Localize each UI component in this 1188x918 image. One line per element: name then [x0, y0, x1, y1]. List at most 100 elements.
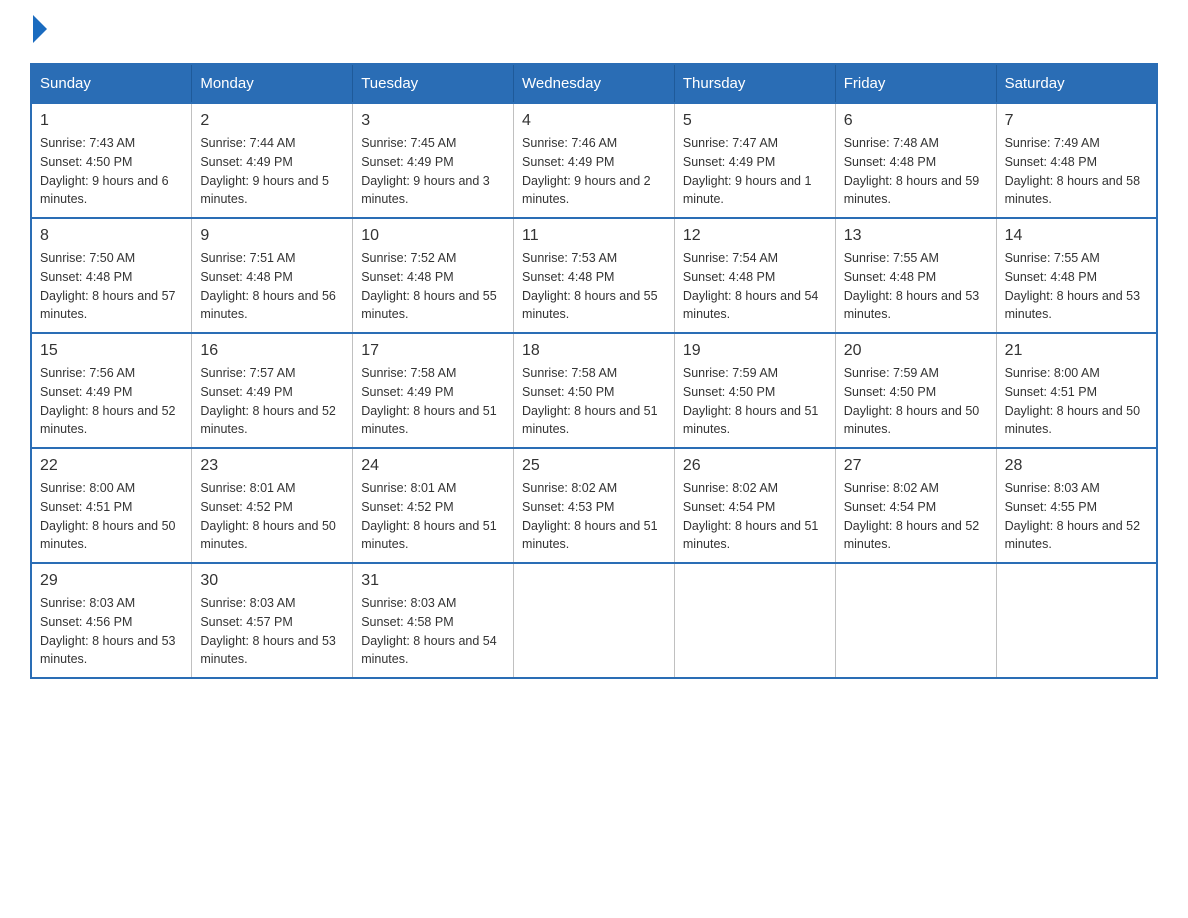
- calendar-week-row: 29 Sunrise: 8:03 AMSunset: 4:56 PMDaylig…: [31, 563, 1157, 678]
- day-info: Sunrise: 7:59 AMSunset: 4:50 PMDaylight:…: [683, 366, 819, 436]
- calendar-cell: 25 Sunrise: 8:02 AMSunset: 4:53 PMDaylig…: [514, 448, 675, 563]
- calendar-cell: 29 Sunrise: 8:03 AMSunset: 4:56 PMDaylig…: [31, 563, 192, 678]
- calendar-cell: 15 Sunrise: 7:56 AMSunset: 4:49 PMDaylig…: [31, 333, 192, 448]
- calendar-cell: [996, 563, 1157, 678]
- day-number: 5: [683, 112, 827, 130]
- day-number: 2: [200, 112, 344, 130]
- calendar-cell: 1 Sunrise: 7:43 AMSunset: 4:50 PMDayligh…: [31, 103, 192, 218]
- day-number: 16: [200, 342, 344, 360]
- logo-arrow-icon: [33, 15, 47, 43]
- calendar-cell: 10 Sunrise: 7:52 AMSunset: 4:48 PMDaylig…: [353, 218, 514, 333]
- day-number: 29: [40, 572, 183, 590]
- day-info: Sunrise: 8:03 AMSunset: 4:58 PMDaylight:…: [361, 596, 497, 666]
- calendar-cell: 9 Sunrise: 7:51 AMSunset: 4:48 PMDayligh…: [192, 218, 353, 333]
- day-number: 20: [844, 342, 988, 360]
- day-info: Sunrise: 7:59 AMSunset: 4:50 PMDaylight:…: [844, 366, 980, 436]
- day-number: 26: [683, 457, 827, 475]
- calendar-cell: 5 Sunrise: 7:47 AMSunset: 4:49 PMDayligh…: [674, 103, 835, 218]
- day-info: Sunrise: 7:50 AMSunset: 4:48 PMDaylight:…: [40, 251, 176, 321]
- day-info: Sunrise: 7:51 AMSunset: 4:48 PMDaylight:…: [200, 251, 336, 321]
- calendar-cell: [835, 563, 996, 678]
- header-saturday: Saturday: [996, 64, 1157, 103]
- day-info: Sunrise: 8:02 AMSunset: 4:54 PMDaylight:…: [844, 481, 980, 551]
- header-monday: Monday: [192, 64, 353, 103]
- day-number: 14: [1005, 227, 1148, 245]
- day-number: 17: [361, 342, 505, 360]
- day-number: 7: [1005, 112, 1148, 130]
- day-number: 11: [522, 227, 666, 245]
- day-info: Sunrise: 8:03 AMSunset: 4:57 PMDaylight:…: [200, 596, 336, 666]
- calendar-cell: 22 Sunrise: 8:00 AMSunset: 4:51 PMDaylig…: [31, 448, 192, 563]
- header-friday: Friday: [835, 64, 996, 103]
- header-wednesday: Wednesday: [514, 64, 675, 103]
- calendar-cell: 19 Sunrise: 7:59 AMSunset: 4:50 PMDaylig…: [674, 333, 835, 448]
- day-info: Sunrise: 7:46 AMSunset: 4:49 PMDaylight:…: [522, 136, 651, 206]
- calendar-cell: 12 Sunrise: 7:54 AMSunset: 4:48 PMDaylig…: [674, 218, 835, 333]
- calendar-cell: 26 Sunrise: 8:02 AMSunset: 4:54 PMDaylig…: [674, 448, 835, 563]
- calendar-cell: 18 Sunrise: 7:58 AMSunset: 4:50 PMDaylig…: [514, 333, 675, 448]
- calendar-cell: 4 Sunrise: 7:46 AMSunset: 4:49 PMDayligh…: [514, 103, 675, 218]
- calendar-header-row: SundayMondayTuesdayWednesdayThursdayFrid…: [31, 64, 1157, 103]
- calendar-cell: 8 Sunrise: 7:50 AMSunset: 4:48 PMDayligh…: [31, 218, 192, 333]
- day-info: Sunrise: 7:56 AMSunset: 4:49 PMDaylight:…: [40, 366, 176, 436]
- day-info: Sunrise: 7:55 AMSunset: 4:48 PMDaylight:…: [1005, 251, 1141, 321]
- calendar-table: SundayMondayTuesdayWednesdayThursdayFrid…: [30, 63, 1158, 679]
- day-number: 24: [361, 457, 505, 475]
- day-number: 21: [1005, 342, 1148, 360]
- calendar-cell: 31 Sunrise: 8:03 AMSunset: 4:58 PMDaylig…: [353, 563, 514, 678]
- day-info: Sunrise: 7:58 AMSunset: 4:49 PMDaylight:…: [361, 366, 497, 436]
- calendar-cell: 17 Sunrise: 7:58 AMSunset: 4:49 PMDaylig…: [353, 333, 514, 448]
- calendar-week-row: 22 Sunrise: 8:00 AMSunset: 4:51 PMDaylig…: [31, 448, 1157, 563]
- day-number: 18: [522, 342, 666, 360]
- day-info: Sunrise: 7:44 AMSunset: 4:49 PMDaylight:…: [200, 136, 329, 206]
- day-info: Sunrise: 8:03 AMSunset: 4:56 PMDaylight:…: [40, 596, 176, 666]
- page-header: [30, 20, 1158, 43]
- day-info: Sunrise: 7:52 AMSunset: 4:48 PMDaylight:…: [361, 251, 497, 321]
- day-number: 9: [200, 227, 344, 245]
- calendar-cell: 16 Sunrise: 7:57 AMSunset: 4:49 PMDaylig…: [192, 333, 353, 448]
- day-info: Sunrise: 8:03 AMSunset: 4:55 PMDaylight:…: [1005, 481, 1141, 551]
- day-info: Sunrise: 7:54 AMSunset: 4:48 PMDaylight:…: [683, 251, 819, 321]
- day-info: Sunrise: 7:49 AMSunset: 4:48 PMDaylight:…: [1005, 136, 1141, 206]
- day-number: 15: [40, 342, 183, 360]
- day-number: 3: [361, 112, 505, 130]
- day-number: 10: [361, 227, 505, 245]
- calendar-week-row: 15 Sunrise: 7:56 AMSunset: 4:49 PMDaylig…: [31, 333, 1157, 448]
- day-info: Sunrise: 8:00 AMSunset: 4:51 PMDaylight:…: [40, 481, 176, 551]
- day-info: Sunrise: 7:58 AMSunset: 4:50 PMDaylight:…: [522, 366, 658, 436]
- calendar-cell: 7 Sunrise: 7:49 AMSunset: 4:48 PMDayligh…: [996, 103, 1157, 218]
- calendar-cell: 13 Sunrise: 7:55 AMSunset: 4:48 PMDaylig…: [835, 218, 996, 333]
- day-info: Sunrise: 8:00 AMSunset: 4:51 PMDaylight:…: [1005, 366, 1141, 436]
- day-number: 4: [522, 112, 666, 130]
- calendar-week-row: 8 Sunrise: 7:50 AMSunset: 4:48 PMDayligh…: [31, 218, 1157, 333]
- day-number: 8: [40, 227, 183, 245]
- calendar-cell: 21 Sunrise: 8:00 AMSunset: 4:51 PMDaylig…: [996, 333, 1157, 448]
- day-number: 23: [200, 457, 344, 475]
- day-number: 6: [844, 112, 988, 130]
- calendar-cell: 11 Sunrise: 7:53 AMSunset: 4:48 PMDaylig…: [514, 218, 675, 333]
- calendar-cell: 30 Sunrise: 8:03 AMSunset: 4:57 PMDaylig…: [192, 563, 353, 678]
- calendar-week-row: 1 Sunrise: 7:43 AMSunset: 4:50 PMDayligh…: [31, 103, 1157, 218]
- calendar-cell: 20 Sunrise: 7:59 AMSunset: 4:50 PMDaylig…: [835, 333, 996, 448]
- day-info: Sunrise: 7:57 AMSunset: 4:49 PMDaylight:…: [200, 366, 336, 436]
- day-number: 25: [522, 457, 666, 475]
- calendar-cell: 3 Sunrise: 7:45 AMSunset: 4:49 PMDayligh…: [353, 103, 514, 218]
- day-number: 19: [683, 342, 827, 360]
- day-number: 28: [1005, 457, 1148, 475]
- day-info: Sunrise: 7:55 AMSunset: 4:48 PMDaylight:…: [844, 251, 980, 321]
- day-number: 31: [361, 572, 505, 590]
- day-info: Sunrise: 7:45 AMSunset: 4:49 PMDaylight:…: [361, 136, 490, 206]
- calendar-cell: 6 Sunrise: 7:48 AMSunset: 4:48 PMDayligh…: [835, 103, 996, 218]
- calendar-cell: 23 Sunrise: 8:01 AMSunset: 4:52 PMDaylig…: [192, 448, 353, 563]
- calendar-cell: 24 Sunrise: 8:01 AMSunset: 4:52 PMDaylig…: [353, 448, 514, 563]
- header-tuesday: Tuesday: [353, 64, 514, 103]
- day-info: Sunrise: 7:48 AMSunset: 4:48 PMDaylight:…: [844, 136, 980, 206]
- day-number: 22: [40, 457, 183, 475]
- day-info: Sunrise: 8:02 AMSunset: 4:54 PMDaylight:…: [683, 481, 819, 551]
- day-info: Sunrise: 7:43 AMSunset: 4:50 PMDaylight:…: [40, 136, 169, 206]
- calendar-cell: 2 Sunrise: 7:44 AMSunset: 4:49 PMDayligh…: [192, 103, 353, 218]
- day-number: 1: [40, 112, 183, 130]
- day-info: Sunrise: 8:01 AMSunset: 4:52 PMDaylight:…: [361, 481, 497, 551]
- day-info: Sunrise: 7:47 AMSunset: 4:49 PMDaylight:…: [683, 136, 812, 206]
- calendar-cell: [674, 563, 835, 678]
